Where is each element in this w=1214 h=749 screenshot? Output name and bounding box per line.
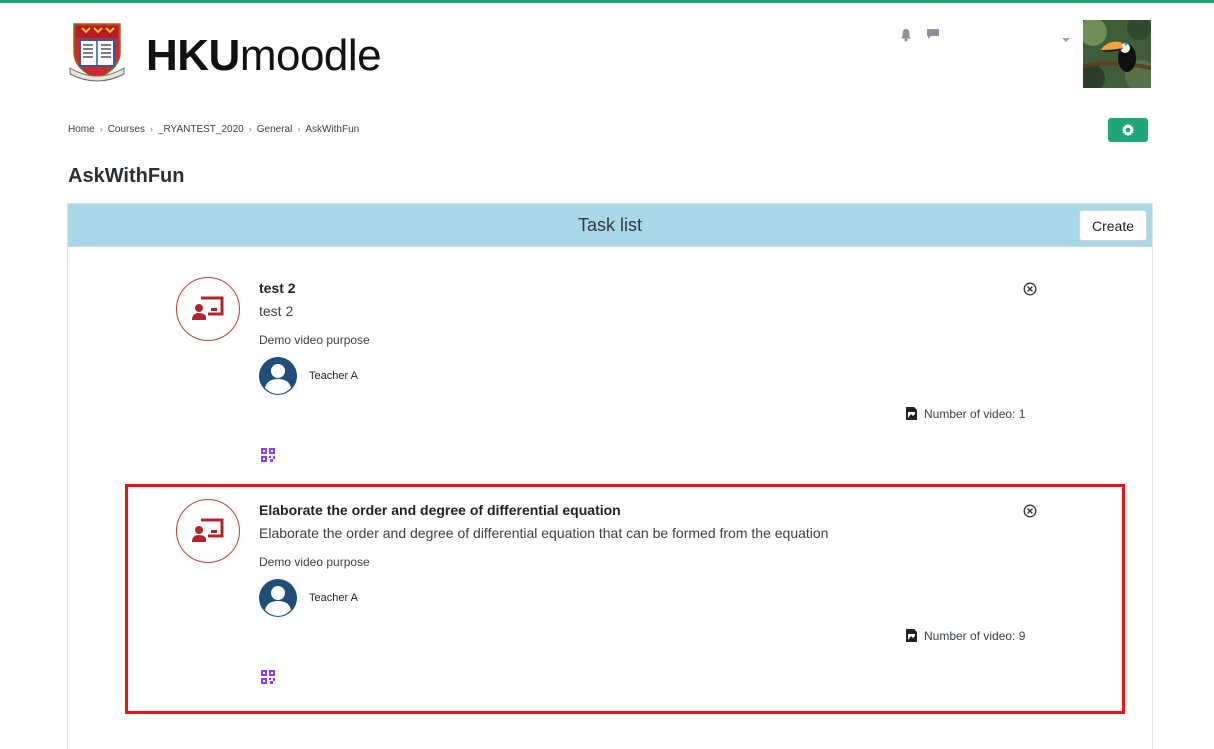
brand-name: HKUmoodle <box>146 31 382 80</box>
chevron-right-icon: › <box>99 124 103 134</box>
presentation-icon <box>176 277 240 341</box>
video-file-icon <box>906 407 917 420</box>
brand-rest: moodle <box>239 31 382 80</box>
university-crest-icon <box>69 23 125 82</box>
qr-code-icon[interactable] <box>261 448 275 462</box>
task-description: test 2 <box>259 303 294 319</box>
user-avatar[interactable] <box>1083 20 1151 88</box>
top-accent-line <box>0 0 1214 3</box>
presentation-icon-glyph <box>192 296 224 320</box>
task-title[interactable]: test 2 <box>259 280 296 296</box>
chat-icon[interactable] <box>926 28 940 40</box>
settings-button[interactable] <box>1108 118 1148 142</box>
teacher-name: Teacher A <box>309 370 358 382</box>
task-note: Demo video purpose <box>259 333 370 347</box>
video-count: Number of video: 1 <box>905 406 1025 421</box>
breadcrumb-item-home[interactable]: Home <box>68 124 95 135</box>
chevron-right-icon: › <box>297 124 301 134</box>
gear-icon <box>1121 123 1135 137</box>
user-avatar-icon <box>259 357 297 395</box>
close-circle-icon[interactable] <box>1023 282 1037 296</box>
chevron-right-icon: › <box>149 124 153 134</box>
toucan-photo <box>1083 20 1151 88</box>
page-title: AskWithFun <box>68 165 185 187</box>
breadcrumb-item-activity[interactable]: AskWithFun <box>305 124 359 135</box>
site-logo[interactable]: HKUmoodle <box>68 18 408 88</box>
task-list-title: Task list <box>577 215 642 235</box>
breadcrumb-item-section[interactable]: General <box>257 124 293 135</box>
bell-icon[interactable] <box>900 28 912 42</box>
highlight-box <box>125 484 1125 714</box>
chevron-right-icon: › <box>248 124 252 134</box>
create-button[interactable]: Create <box>1079 210 1147 241</box>
breadcrumb: Home › Courses › _RYANTEST_2020 › General › AskW… <box>68 124 359 135</box>
user-menu-caret-icon[interactable] <box>1062 38 1070 42</box>
breadcrumb-item-course[interactable]: _RYANTEST_2020 <box>158 124 244 135</box>
breadcrumb-item-courses[interactable]: Courses <box>108 124 145 135</box>
video-count-label: Number of video: 1 <box>924 406 1026 421</box>
brand-bold: HKU <box>146 31 240 80</box>
task-list-header: Task list Create <box>68 204 1152 247</box>
